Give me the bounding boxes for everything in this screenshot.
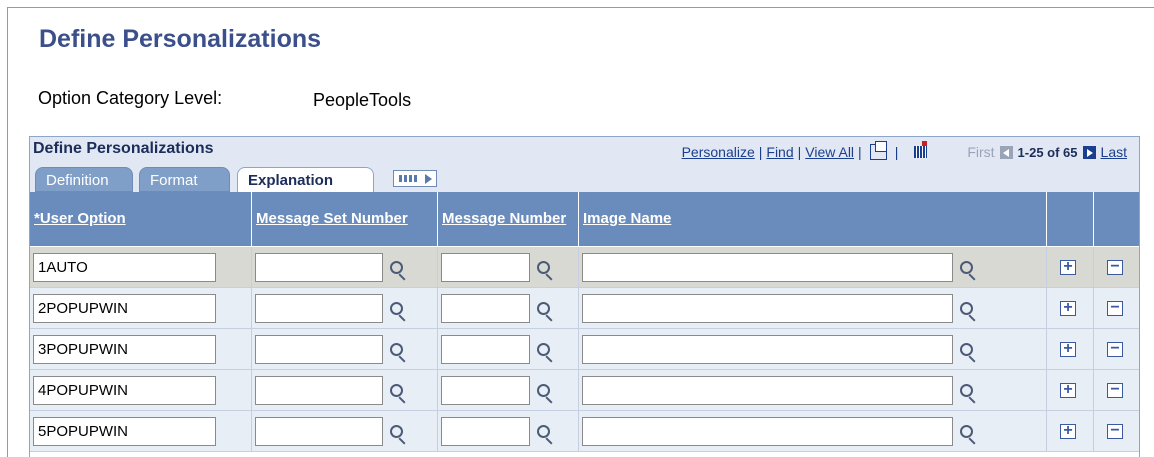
show-all-columns-icon[interactable]: [393, 170, 437, 187]
user-option-field[interactable]: 2POPUPWIN: [33, 293, 216, 323]
lookup-icon[interactable]: [960, 383, 973, 397]
message-number-field[interactable]: [441, 375, 530, 405]
tab-explanation[interactable]: Explanation: [237, 167, 374, 192]
table-row: 5POPUPWIN + −: [30, 410, 1139, 452]
add-row-button[interactable]: +: [1060, 259, 1076, 275]
delete-row-button[interactable]: −: [1107, 341, 1123, 357]
lookup-icon[interactable]: [390, 301, 403, 315]
lookup-icon[interactable]: [537, 301, 550, 315]
user-option-field[interactable]: 1AUTO: [33, 252, 216, 282]
message-number-field[interactable]: [441, 334, 530, 364]
first-link: First: [967, 144, 995, 160]
previous-arrow-icon: [999, 145, 1013, 159]
column-header-image-name[interactable]: Image Name: [578, 192, 1047, 247]
column-header-add: [1046, 192, 1094, 247]
column-header-delete: [1093, 192, 1139, 247]
grid-title: Define Personalizations: [33, 140, 214, 157]
grid-tabs: Definition Format Explanation: [30, 165, 1139, 192]
table-row: 3POPUPWIN + −: [30, 328, 1139, 370]
tab-format[interactable]: Format: [139, 167, 230, 192]
table-row: 4POPUPWIN + −: [30, 369, 1139, 411]
column-header-message-set-number[interactable]: Message Set Number: [251, 192, 438, 247]
user-option-field[interactable]: 3POPUPWIN: [33, 334, 216, 364]
lookup-icon[interactable]: [390, 342, 403, 356]
last-link[interactable]: Last: [1101, 144, 1127, 160]
message-number-field[interactable]: [441, 293, 530, 323]
user-option-field[interactable]: 4POPUPWIN: [33, 375, 216, 405]
message-set-number-field[interactable]: [255, 416, 383, 446]
row-range: 1-25 of 65: [1017, 144, 1078, 160]
user-option-field[interactable]: 5POPUPWIN: [33, 416, 216, 446]
lookup-icon[interactable]: [390, 260, 403, 274]
tab-definition[interactable]: Definition: [35, 167, 133, 192]
image-name-field[interactable]: [582, 416, 953, 446]
lookup-icon[interactable]: [390, 424, 403, 438]
image-name-field[interactable]: [582, 293, 953, 323]
add-row-button[interactable]: +: [1060, 341, 1076, 357]
download-to-spreadsheet-icon[interactable]: [914, 141, 928, 158]
personalize-link[interactable]: Personalize: [682, 144, 755, 160]
lookup-icon[interactable]: [960, 260, 973, 274]
column-header-user-option[interactable]: *User Option: [30, 192, 252, 247]
option-category-value: PeopleTools: [313, 90, 412, 110]
lookup-icon[interactable]: [960, 301, 973, 315]
grid-navigation: Personalize | Find | View All | | First …: [681, 141, 1127, 160]
delete-row-button[interactable]: −: [1107, 423, 1123, 439]
add-row-button[interactable]: +: [1060, 382, 1076, 398]
next-arrow-icon[interactable]: [1082, 145, 1096, 159]
lookup-icon[interactable]: [390, 383, 403, 397]
message-set-number-field[interactable]: [255, 293, 383, 323]
lookup-icon[interactable]: [537, 424, 550, 438]
column-label-user-option: User Option: [39, 209, 126, 227]
view-all-link[interactable]: View All: [805, 144, 854, 160]
lookup-icon[interactable]: [537, 260, 550, 274]
option-category-label: Option Category Level:: [38, 88, 223, 108]
delete-row-button[interactable]: −: [1107, 259, 1123, 275]
new-window-icon[interactable]: [869, 141, 887, 160]
table-row: 2POPUPWIN + −: [30, 287, 1139, 329]
add-row-button[interactable]: +: [1060, 423, 1076, 439]
column-header-message-number[interactable]: Message Number: [437, 192, 579, 247]
lookup-icon[interactable]: [537, 383, 550, 397]
lookup-icon[interactable]: [960, 342, 973, 356]
grid-table: *User Option Message Set Number Message …: [30, 192, 1139, 452]
image-name-field[interactable]: [582, 375, 953, 405]
page-title: Define Personalizations: [39, 25, 322, 53]
message-set-number-field[interactable]: [255, 334, 383, 364]
message-number-field[interactable]: [441, 416, 530, 446]
delete-row-button[interactable]: −: [1107, 300, 1123, 316]
lookup-icon[interactable]: [960, 424, 973, 438]
add-row-button[interactable]: +: [1060, 300, 1076, 316]
delete-row-button[interactable]: −: [1107, 382, 1123, 398]
message-number-field[interactable]: [441, 252, 530, 282]
table-row: 1AUTO + −: [30, 246, 1139, 288]
image-name-field[interactable]: [582, 334, 953, 364]
find-link[interactable]: Find: [766, 144, 793, 160]
lookup-icon[interactable]: [537, 342, 550, 356]
grid-header: Define Personalizations Personalize | Fi…: [30, 137, 1139, 165]
message-set-number-field[interactable]: [255, 252, 383, 282]
image-name-field[interactable]: [582, 252, 953, 282]
personalizations-grid: Define Personalizations Personalize | Fi…: [29, 136, 1140, 457]
message-set-number-field[interactable]: [255, 375, 383, 405]
